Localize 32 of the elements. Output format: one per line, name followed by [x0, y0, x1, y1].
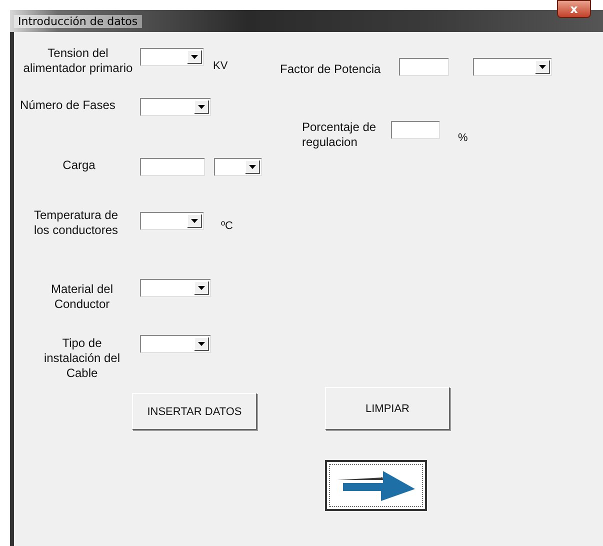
- unit-label: KV: [213, 60, 228, 72]
- input-field[interactable]: [140, 158, 205, 176]
- arrow-button[interactable]: [325, 460, 427, 511]
- field-label: Carga: [62, 158, 96, 173]
- action-button[interactable]: INSERTAR DATOS: [132, 393, 257, 430]
- unit-label: %: [458, 132, 468, 144]
- caret-icon: [249, 165, 256, 169]
- dropdown[interactable]: [140, 335, 211, 353]
- caret-icon: [198, 286, 205, 290]
- dropdown[interactable]: [140, 212, 204, 230]
- caret-icon: [539, 65, 546, 69]
- field-label: Factor de Potencia: [280, 62, 382, 77]
- dropdown[interactable]: [473, 58, 552, 76]
- dropdown[interactable]: [140, 279, 211, 297]
- action-button[interactable]: LIMPIAR: [325, 387, 450, 430]
- dropdown[interactable]: [140, 48, 204, 66]
- field-label: Número de Fases: [20, 98, 116, 113]
- field-label: Porcentaje de regulacion: [302, 120, 378, 150]
- caret-icon: [191, 55, 198, 59]
- caret-icon: [191, 219, 198, 223]
- caret-icon: [198, 105, 205, 109]
- field-label: Tipo de instalación del Cable: [42, 336, 122, 381]
- field-label: Material del Conductor: [50, 282, 114, 312]
- window-title: Introducción de datos: [14, 14, 142, 28]
- dropdown[interactable]: [214, 158, 262, 176]
- caret-icon: [198, 342, 205, 346]
- input-field[interactable]: [399, 58, 449, 76]
- field-label: Temperatura de los conductores: [32, 208, 120, 238]
- input-field[interactable]: [391, 121, 440, 139]
- field-label: Tension del alimentador primario: [22, 46, 134, 76]
- dropdown[interactable]: [140, 98, 211, 116]
- unit-label: ºC: [221, 220, 233, 232]
